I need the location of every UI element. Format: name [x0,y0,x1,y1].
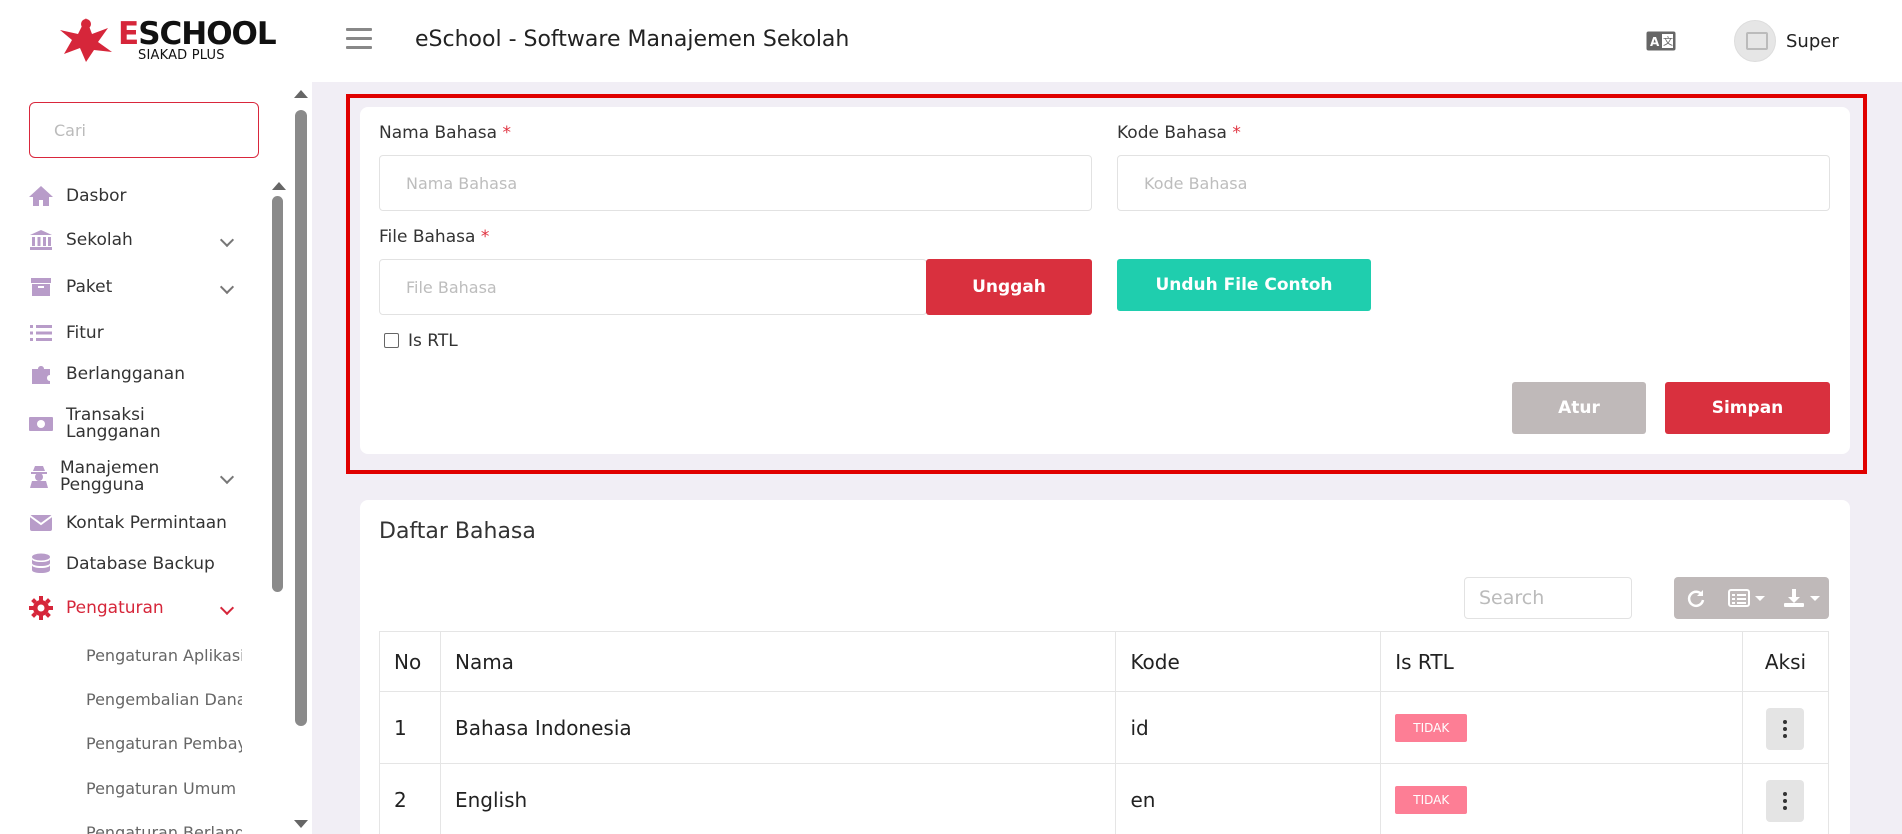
list-title: Daftar Bahasa [379,519,536,544]
scrollbar-thumb[interactable] [295,110,307,726]
avatar[interactable] [1734,20,1776,62]
logo-sub-text: SIAKAD PLUS [138,48,225,63]
sidebar-item-fitur[interactable]: Fitur [28,321,248,345]
table-search[interactable] [1464,577,1632,619]
cell-actions [1741,691,1830,764]
sidebar-item-berlangganan[interactable]: Berlangganan [28,362,248,386]
top-header: ESCHOOL SIAKAD PLUS eSchool - Software M… [0,0,1902,82]
scroll-down-arrow-icon[interactable] [294,820,308,828]
cell-rtl: TIDAK [1380,763,1743,834]
sidebar-subitem-pengaturan-aplikasi[interactable]: Pengaturan Aplikasi [86,646,242,665]
sidebar-item-label: Database Backup [66,553,215,574]
sidebar-item-label: Dasbor [66,185,127,206]
svg-text:A: A [1650,35,1660,49]
table-row: 1 Bahasa Indonesia id TIDAK [379,691,1830,764]
cell-name: English [439,763,1117,834]
columns-icon [1727,589,1750,607]
puzzle-icon [28,362,54,386]
sidebar-item-transaksi-langganan[interactable]: Transaksi Langganan [28,405,248,443]
user-name[interactable]: Super [1786,31,1839,52]
sidebar-scrollbar[interactable] [292,82,310,834]
sidebar-item-label: Manajemen Pengguna [60,458,160,495]
highlight-box [346,94,1867,474]
sidebar-item-label: Paket [66,276,113,297]
sidebar-item-pengaturan[interactable]: Pengaturan [28,596,248,620]
sidebar-subitem-pengaturan-umum[interactable]: Pengaturan Umum [86,779,242,798]
scrollbar-thumb[interactable] [272,196,283,592]
database-icon [28,552,54,576]
sidebar-subitem-pengaturan-berlangganan[interactable]: Pengaturan Berlangganan [86,823,242,834]
logo-icon [60,18,112,62]
caret-down-icon [1810,595,1820,601]
sidebar-item-sekolah[interactable]: Sekolah [28,228,248,252]
sidebar-inner-scrollbar[interactable] [270,182,286,834]
cell-code: id [1115,691,1382,764]
home-icon [28,184,54,208]
institution-icon [28,228,54,252]
box-icon [28,275,54,299]
refresh-button[interactable] [1674,577,1718,619]
gear-icon [28,596,54,620]
columns-button[interactable] [1718,577,1774,619]
sidebar-subitem-pengaturan-pembayaran[interactable]: Pengaturan Pembayaran [86,734,242,753]
language-icon[interactable]: A 文 [1646,31,1676,51]
sidebar-item-manajemen-pengguna[interactable]: Manajemen Pengguna [28,458,248,496]
svg-text:文: 文 [1663,35,1673,48]
language-list-card: Daftar Bahasa No Nama Kode Is RTL Aksi [360,500,1850,834]
cell-name: Bahasa Indonesia [439,691,1117,764]
sidebar-item-label: Berlangganan [66,363,185,384]
sidebar-item-database-backup[interactable]: Database Backup [28,552,248,576]
table-row: 2 English en TIDAK [379,763,1830,834]
cell-code: en [1115,763,1382,834]
row-actions-button[interactable] [1766,708,1805,750]
logo-accent-letter: E [118,16,139,52]
sidebar: Dasbor Sekolah Paket Fitur Berlangganan … [0,82,312,834]
refresh-icon [1687,590,1705,607]
table-toolbar [1674,577,1829,619]
export-button[interactable] [1774,577,1829,619]
envelope-icon [28,511,54,535]
sidebar-item-dasbor[interactable]: Dasbor [28,184,248,208]
status-badge: TIDAK [1395,714,1468,742]
sidebar-item-label: Sekolah [66,229,133,250]
menu-toggle-icon[interactable] [346,28,372,50]
sidebar-item-label: Fitur [66,322,104,343]
column-header-no[interactable]: No [379,631,441,692]
row-actions-button[interactable] [1766,780,1805,822]
chevron-down-icon [219,232,235,248]
column-header-nama[interactable]: Nama [439,631,1117,692]
sidebar-item-label: Pengaturan [66,597,164,618]
logo[interactable]: ESCHOOL SIAKAD PLUS [58,14,277,66]
caret-down-icon [1754,595,1765,601]
sidebar-search-input[interactable] [30,103,258,157]
cell-no: 1 [379,691,441,764]
cell-actions [1741,763,1830,834]
list-icon [28,321,54,345]
sidebar-item-label: Kontak Permintaan [66,512,227,533]
sidebar-item-label: Transaksi Langganan [66,405,161,442]
user-secret-icon [28,465,50,489]
status-badge: TIDAK [1395,786,1468,814]
chevron-down-icon [219,469,235,485]
column-header-kode[interactable]: Kode [1115,631,1382,692]
table-search-input[interactable] [1465,578,1631,618]
cell-rtl: TIDAK [1380,691,1743,764]
scroll-up-arrow-icon[interactable] [272,182,286,190]
chevron-down-icon [219,279,235,295]
cell-no: 2 [379,763,441,834]
money-icon [28,412,54,436]
scroll-up-arrow-icon[interactable] [294,90,308,98]
sidebar-search[interactable] [29,102,259,158]
page-title: eSchool - Software Manajemen Sekolah [415,27,850,52]
sidebar-subitem-pengembalian-dana[interactable]: Pengembalian Dana [86,690,242,709]
chevron-down-icon [219,600,235,616]
language-table: No Nama Kode Is RTL Aksi 1 Bahasa Indone… [379,631,1830,834]
table-header-row: No Nama Kode Is RTL Aksi [379,631,1830,692]
download-icon [1784,589,1804,607]
column-header-is-rtl[interactable]: Is RTL [1380,631,1743,692]
sidebar-item-kontak-permintaan[interactable]: Kontak Permintaan [28,511,248,535]
sidebar-item-paket[interactable]: Paket [28,275,248,299]
column-header-aksi: Aksi [1741,631,1830,692]
logo-main-text: ESCHOOL [118,16,277,52]
